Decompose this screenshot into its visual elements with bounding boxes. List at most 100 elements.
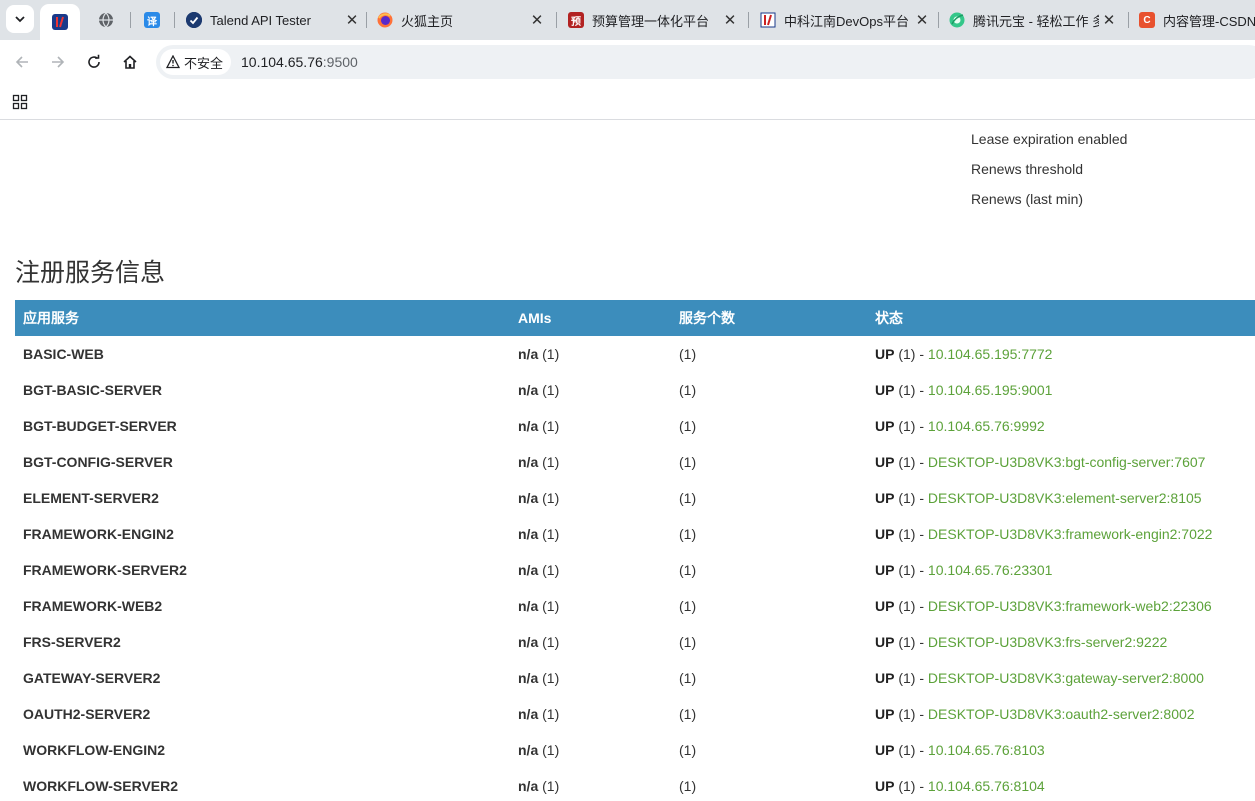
ami-value: n/a [518,670,539,686]
amis-cell: n/a (1) [510,372,671,408]
ami-count: (1) [542,346,560,362]
table-row: BGT-BASIC-SERVER n/a (1) (1) UP (1) - 10.10… [15,372,1255,408]
ami-count: (1) [542,490,560,506]
tab-pinned-translate[interactable]: 译 [136,4,168,36]
amis-cell: n/a (1) [510,408,671,444]
tab-separator [748,12,749,28]
tab-title: 预算管理一体化平台 [592,13,710,29]
instance-link[interactable]: DESKTOP-U3D8VK3:bgt-config-server:7607 [928,454,1206,470]
ami-value: n/a [518,526,539,542]
instance-link[interactable]: 10.104.65.76:8104 [928,778,1045,794]
tab-strip: 译 Talend API Tester ✕ 火狐主页 ✕ 预 预算管理一体化平台… [0,0,1255,40]
home-icon [123,55,137,69]
instance-link[interactable]: 10.104.65.76:23301 [928,562,1053,578]
app-name-cell: WORKFLOW-SERVER2 [23,778,179,794]
app-name-cell: WORKFLOW-ENGIN2 [23,742,166,758]
status-count: (1) - [898,346,925,362]
ami-count: (1) [542,562,560,578]
apps-button[interactable] [10,92,30,112]
status-count: (1) - [898,526,925,542]
status-badge: UP [875,454,895,470]
ami-value: n/a [518,598,539,614]
reload-button[interactable] [80,48,108,76]
instance-link[interactable]: DESKTOP-U3D8VK3:oauth2-server2:8002 [928,706,1195,722]
instance-link[interactable]: 10.104.65.76:9992 [928,418,1045,434]
chevron-down-icon [15,16,25,23]
close-icon[interactable]: ✕ [527,11,547,29]
status-cell: UP (1) - DESKTOP-U3D8VK3:frs-server2:922… [867,624,1255,660]
forward-button[interactable] [44,48,72,76]
app-name-cell: FRAMEWORK-WEB2 [23,598,163,614]
lease-info: Lease expiration enabled Renews threshol… [971,129,1127,219]
close-icon[interactable]: ✕ [912,11,932,29]
ami-count: (1) [542,418,560,434]
instance-link[interactable]: DESKTOP-U3D8VK3:gateway-server2:8000 [928,670,1204,686]
url-host: 10.104.65.76 [241,54,323,70]
status-count: (1) - [898,598,925,614]
status-count: (1) - [898,490,925,506]
column-header-app: 应用服务 [23,310,79,326]
app-name-cell: FRS-SERVER2 [23,634,121,650]
security-chip[interactable]: 不安全 [160,49,232,75]
tab-title: 中科江南DevOps平台 [784,13,909,29]
instance-link[interactable]: DESKTOP-U3D8VK3:framework-web2:22306 [928,598,1212,614]
amis-cell: n/a (1) [510,516,671,552]
tab-talend[interactable]: Talend API Tester ✕ [186,4,362,36]
instance-link[interactable]: 10.104.65.195:9001 [928,382,1053,398]
status-cell: UP (1) - 10.104.65.76:9992 [867,408,1255,444]
renews-threshold-label: Renews threshold [971,161,1084,177]
browser-toolbar: 不安全 10.104.65.76:9500 [0,40,1255,84]
tab-separator [130,12,131,28]
close-icon[interactable]: ✕ [342,11,362,29]
status-count: (1) - [898,634,925,650]
ami-value: n/a [518,346,539,362]
warning-icon [166,55,180,69]
ami-value: n/a [518,490,539,506]
home-button[interactable] [116,48,144,76]
tab-title: 内容管理-CSDN创 [1163,13,1255,29]
url-text[interactable]: 10.104.65.76:9500 [241,54,358,70]
table-header: 应用服务 AMIs 服务个数 状态 [15,300,1255,336]
instance-link[interactable]: DESKTOP-U3D8VK3:framework-engin2:7022 [928,526,1213,542]
app-name-cell: FRAMEWORK-SERVER2 [23,562,187,578]
address-bar[interactable]: 不安全 10.104.65.76:9500 [156,45,1255,79]
tab-separator [1128,12,1129,28]
tab-csdn[interactable]: C 内容管理-CSDN创 [1139,4,1255,36]
yuanbao-icon [949,12,965,28]
close-icon[interactable]: ✕ [1099,11,1119,29]
table-row: FRAMEWORK-WEB2 n/a (1) (1) UP (1) - DESKTOP… [15,588,1255,624]
instance-link[interactable]: 10.104.65.195:7772 [928,346,1053,362]
ami-count: (1) [542,634,560,650]
tab-firefox-home[interactable]: 火狐主页 ✕ [377,4,547,36]
instance-link[interactable]: DESKTOP-U3D8VK3:frs-server2:9222 [928,634,1167,650]
ami-value: n/a [518,742,539,758]
back-button[interactable] [8,48,36,76]
status-count: (1) - [898,562,925,578]
tab-devops[interactable]: 中科江南DevOps平台 ✕ [760,4,932,36]
close-icon[interactable]: ✕ [720,11,740,29]
security-label: 不安全 [184,55,224,71]
tab-budget-platform[interactable]: 预 预算管理一体化平台 ✕ [568,4,740,36]
status-badge: UP [875,670,895,686]
instance-link[interactable]: DESKTOP-U3D8VK3:element-server2:8105 [928,490,1202,506]
tab-eureka[interactable] [40,4,80,40]
tab-separator [174,12,175,28]
instance-count-cell: (1) [679,490,697,506]
budget-seal-icon: 预 [568,12,584,28]
tab-yuanbao[interactable]: 腾讯元宝 - 轻松工作 多 ✕ [949,4,1119,36]
tab-pinned-globe[interactable] [90,4,122,36]
status-count: (1) - [898,382,925,398]
services-table: 应用服务 AMIs 服务个数 状态 BASIC-WEB n/a (1) (1) UP … [15,300,1255,801]
ami-count: (1) [542,598,560,614]
instance-count-cell: (1) [679,526,697,542]
tab-search-button[interactable] [6,5,34,33]
ami-count: (1) [542,454,560,470]
tab-title: 腾讯元宝 - 轻松工作 多 [973,13,1099,29]
amis-cell: n/a (1) [510,444,671,480]
globe-icon [98,12,114,28]
status-badge: UP [875,634,895,650]
amis-cell: n/a (1) [510,336,671,372]
instance-link[interactable]: 10.104.65.76:8103 [928,742,1045,758]
tab-separator [556,12,557,28]
table-row: BASIC-WEB n/a (1) (1) UP (1) - 10.104.65.19… [15,336,1255,372]
